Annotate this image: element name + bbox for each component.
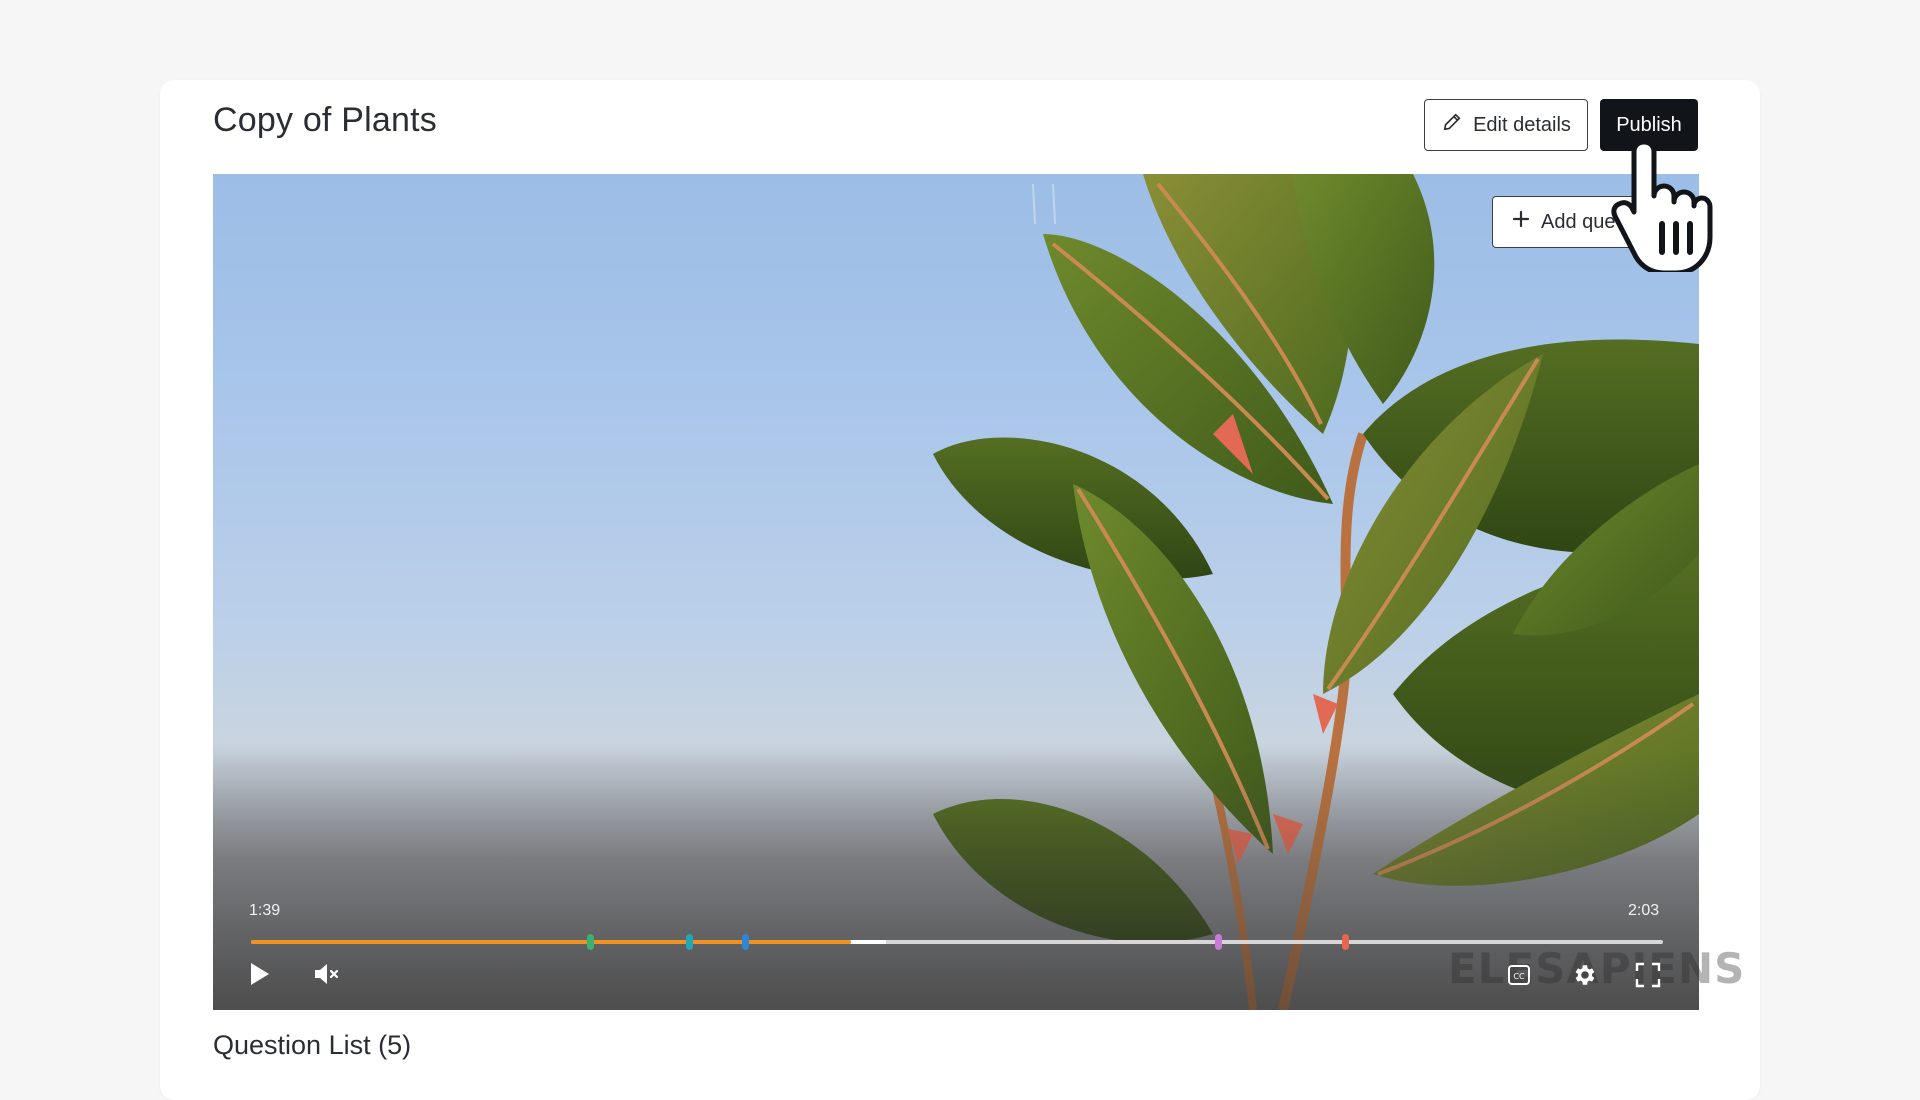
question-marker[interactable] [586,934,594,950]
plus-icon [1511,209,1531,235]
captions-button[interactable]: CC [1505,964,1533,990]
volume-muted-icon [313,962,341,991]
svg-text:CC: CC [1513,972,1525,981]
played-bar [251,940,852,944]
question-marker[interactable] [1215,934,1223,950]
current-time: 1:39 [249,902,281,919]
mute-button[interactable] [312,962,342,990]
question-marker[interactable] [1342,934,1350,950]
fullscreen-icon [1635,962,1661,993]
buffered-bar [851,940,887,944]
plant-illustration [933,174,1699,1010]
question-list-heading: Question List (5) [213,1030,412,1060]
question-marker[interactable] [742,934,750,950]
question-marker[interactable] [685,934,693,950]
pencil-icon [1441,111,1463,139]
closed-captions-icon: CC [1507,964,1531,991]
hand-pointer-icon [1604,132,1714,277]
play-icon [249,961,271,992]
edit-details-button[interactable]: Edit details [1424,99,1588,151]
settings-button[interactable] [1569,962,1599,992]
play-button[interactable] [248,962,272,990]
page-title: Copy of Plants [213,101,437,139]
gear-icon [1571,962,1597,993]
duration: 2:03 [1628,902,1660,919]
fullscreen-button[interactable] [1633,962,1663,992]
edit-details-label: Edit details [1473,113,1571,136]
video-player[interactable] [213,174,1699,1010]
